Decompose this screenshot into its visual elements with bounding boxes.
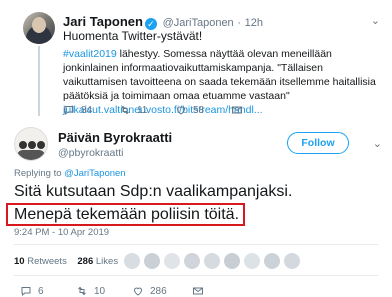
thread-line <box>38 46 40 116</box>
follow-button[interactable]: Follow <box>287 132 349 154</box>
like-button[interactable]: 58 <box>175 104 204 116</box>
chevron-down-icon[interactable]: ⌄ <box>373 137 382 150</box>
author-name[interactable]: Jari Taponen <box>63 14 143 29</box>
tweet-card: Jari Taponen ✓ @JariTaponen · 12h ⌄ Huome… <box>0 0 392 297</box>
retweet-icon <box>78 286 86 296</box>
envelope-icon <box>232 106 242 114</box>
retweet-button[interactable]: 11 <box>119 104 147 116</box>
divider <box>14 275 378 276</box>
retweet-button[interactable]: 10 <box>76 285 105 297</box>
replying-to: Replying to @JariTaponen <box>14 168 126 179</box>
parent-tweet[interactable]: Jari Taponen ✓ @JariTaponen · 12h ⌄ Huome… <box>0 0 392 122</box>
liker-avatars <box>124 253 300 269</box>
tweet-stats: 10 Retweets 286 Likes <box>14 256 118 267</box>
avatar[interactable] <box>23 12 55 44</box>
avatar[interactable] <box>244 253 260 269</box>
reply-icon <box>21 287 31 297</box>
reply-icon <box>64 106 74 116</box>
heart-icon <box>176 106 186 115</box>
like-count: 58 <box>193 104 205 116</box>
envelope-icon <box>193 287 203 295</box>
reply-button[interactable]: 84 <box>63 104 92 116</box>
avatar[interactable] <box>224 253 240 269</box>
hashtag-link[interactable]: #vaalit2019 <box>63 48 117 60</box>
avatar[interactable] <box>124 253 140 269</box>
author-name[interactable]: Päivän Byrokraatti <box>58 130 172 145</box>
avatar[interactable] <box>264 253 280 269</box>
avatar[interactable] <box>284 253 300 269</box>
avatar[interactable] <box>204 253 220 269</box>
avatar[interactable] <box>184 253 200 269</box>
divider <box>14 244 378 245</box>
avatar[interactable] <box>144 253 160 269</box>
replying-to-link[interactable]: @JariTaponen <box>64 168 125 179</box>
tweet-text-line: Sitä kutsutaan Sdp:n vaalikampanjaksi. <box>14 183 293 200</box>
highlighted-tweet-text: Menepä tekemään poliisin töitä. <box>6 203 246 226</box>
chevron-down-icon[interactable]: ⌄ <box>371 14 380 27</box>
reply-count: 84 <box>81 104 93 116</box>
tweet-greeting: Huomenta Twitter-ystävät! <box>63 29 203 43</box>
parent-tweet-header: Jari Taponen ✓ @JariTaponen · 12h <box>63 14 263 30</box>
retweets-stat[interactable]: 10 Retweets <box>14 256 67 267</box>
likes-stat[interactable]: 286 Likes <box>77 256 118 267</box>
tweet-text: Sitä kutsutaan Sdp:n vaalikampanjaksi. M… <box>6 181 293 226</box>
author-handle[interactable]: @pbyrokraatti <box>58 147 124 159</box>
tweet-timestamp[interactable]: 9:24 PM - 10 Apr 2019 <box>14 227 109 238</box>
retweet-count: 10 <box>94 285 106 297</box>
like-count: 286 <box>150 285 167 297</box>
like-button[interactable]: 286 <box>132 285 167 297</box>
tweet-age[interactable]: 12h <box>245 17 263 29</box>
heart-icon <box>133 287 143 296</box>
reply-count: 6 <box>38 285 44 297</box>
avatar[interactable] <box>164 253 180 269</box>
author-handle[interactable]: @JariTaponen <box>163 17 234 29</box>
avatar[interactable] <box>14 127 48 161</box>
reply-button[interactable]: 6 <box>20 285 44 297</box>
retweet-count: 11 <box>137 104 148 116</box>
direct-message-button[interactable] <box>231 104 243 116</box>
retweet-icon <box>121 105 129 115</box>
parent-tweet-actions: 84 11 58 <box>63 104 323 118</box>
direct-message-button[interactable] <box>192 285 204 297</box>
